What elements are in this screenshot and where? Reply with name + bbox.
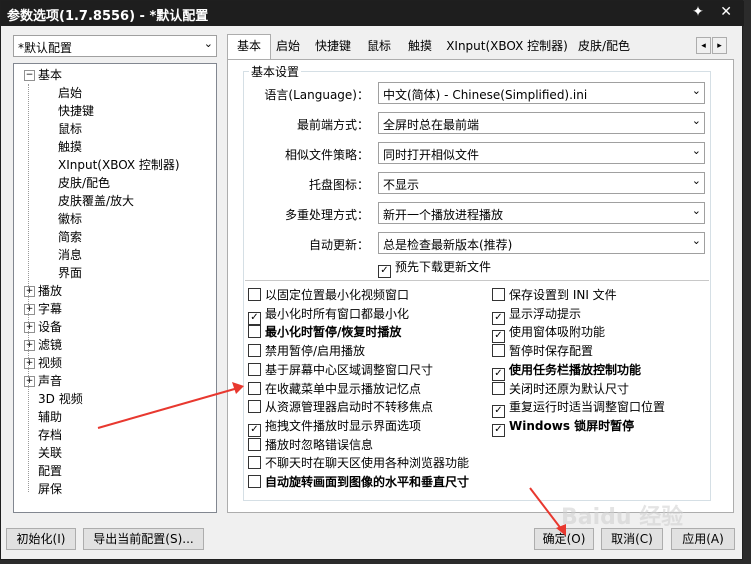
arrow-to-ok-button [529, 487, 566, 536]
arrow-to-checkbox [97, 382, 244, 429]
annotation-arrows [97, 382, 566, 536]
